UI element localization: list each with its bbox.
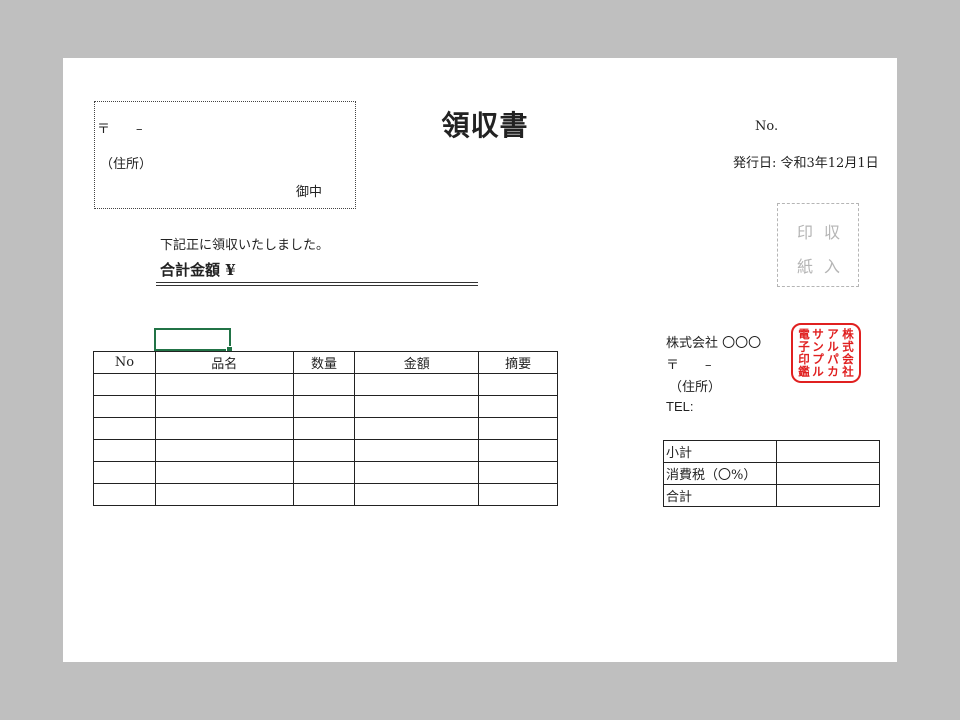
table-cell[interactable] [354,461,480,484]
table-cell[interactable] [154,395,294,418]
table-cell[interactable] [154,461,294,484]
table-row [93,439,558,462]
table-row [93,395,558,418]
revenue-stamp-char: 印 [797,223,814,242]
issuer-tel: TEL: [666,399,694,414]
table-cell[interactable] [154,439,294,462]
tax-label: 消費税（〇%） [663,462,777,485]
header-remarks[interactable]: 摘要 [478,351,558,374]
table-cell[interactable] [154,483,294,506]
total-amount-label: 合計金額 ¥ [160,261,236,279]
table-cell[interactable] [478,417,558,440]
total-underline [156,282,478,283]
issuer-company: 株式会社 〇〇〇 [666,336,762,351]
table-row [93,461,558,484]
revenue-stamp-char: 収 [824,223,841,242]
table-cell[interactable] [354,417,480,440]
summary-table: 小計 消費税（〇%） 合計 [663,440,881,507]
seal-char: 鑑 [798,365,810,379]
issuer-address: （住所） [669,380,722,395]
table-cell[interactable] [93,417,156,440]
subtotal-value[interactable] [775,440,881,463]
items-table: No 品名 数量 金額 摘要 [93,351,558,506]
selected-cell[interactable] [154,328,233,353]
table-row [93,373,558,396]
table-cell[interactable] [93,373,156,396]
header-quantity[interactable]: 数量 [292,351,356,374]
table-cell[interactable] [154,373,294,396]
summary-row: 合計 [663,484,881,507]
header-no[interactable]: No [93,351,156,374]
revenue-stamp-char: 入 [824,257,841,276]
table-cell[interactable] [93,461,156,484]
issue-date: 発行日: 令和3年12月1日 [733,156,879,171]
table-cell[interactable] [292,373,356,396]
total-underline [156,285,478,286]
recipient-postal: 〒 – [97,122,143,137]
table-cell[interactable] [292,417,356,440]
revenue-stamp-char: 紙 [797,257,814,276]
seal-char: カ [827,365,839,379]
company-seal: 株式会社アルパカサンプル電子印鑑 [791,323,861,383]
table-cell[interactable] [93,395,156,418]
table-cell[interactable] [93,439,156,462]
seal-char: ル [812,365,824,379]
recipient-honorific: 御中 [296,185,323,200]
page-title: 領収書 [441,109,529,142]
table-cell[interactable] [292,439,356,462]
table-row [93,417,558,440]
table-cell[interactable] [478,373,558,396]
table-cell[interactable] [354,439,480,462]
seal-char: 社 [841,365,854,379]
table-cell[interactable] [478,395,558,418]
table-cell[interactable] [93,483,156,506]
table-cell[interactable] [292,461,356,484]
table-cell[interactable] [354,373,480,396]
table-cell[interactable] [354,395,480,418]
header-item-name[interactable]: 品名 [154,351,294,374]
recipient-address: （住所） [100,157,153,172]
receipt-statement: 下記正に領収いたしました。 [160,238,330,253]
table-cell[interactable] [292,395,356,418]
table-row [93,483,558,506]
items-header-row: No 品名 数量 金額 摘要 [93,351,558,374]
receipt-number-label: No. [755,119,779,134]
tax-value[interactable] [775,462,881,485]
issuer-postal: 〒 – [666,358,712,373]
table-cell[interactable] [154,417,294,440]
revenue-stamp-box: 印 収 紙 入 [777,203,859,287]
table-cell[interactable] [478,461,558,484]
table-cell[interactable] [292,483,356,506]
table-cell[interactable] [354,483,480,506]
company-seal-graphic: 株式会社アルパカサンプル電子印鑑 [798,327,854,379]
summary-row: 小計 [663,440,881,463]
grand-total-value[interactable] [775,484,881,507]
grand-total-label: 合計 [663,484,777,507]
header-amount[interactable]: 金額 [354,351,480,374]
subtotal-label: 小計 [663,440,777,463]
table-cell[interactable] [478,439,558,462]
summary-row: 消費税（〇%） [663,462,881,485]
table-cell[interactable] [478,483,558,506]
